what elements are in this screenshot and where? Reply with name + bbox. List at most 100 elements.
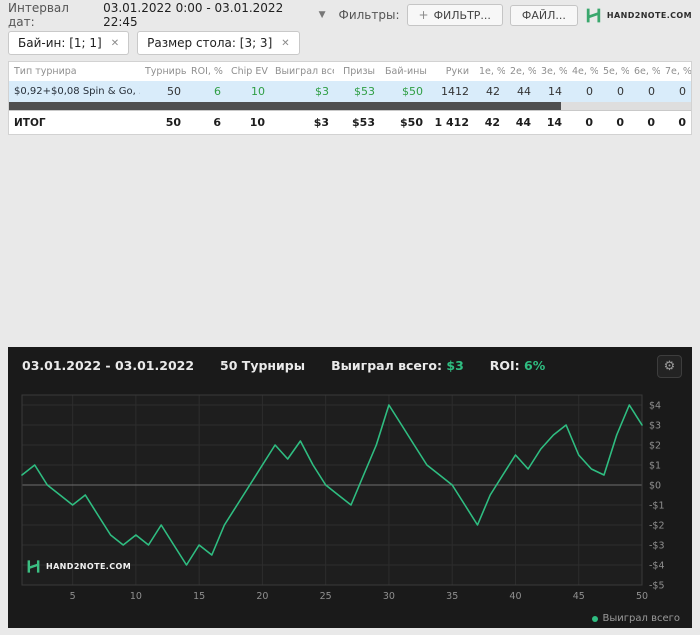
horizontal-scrollbar[interactable] [9, 102, 691, 110]
date-interval-value[interactable]: 03.01.2022 0:00 - 03.01.2022 22:45 [103, 1, 314, 29]
chart-header: 03.01.2022 - 03.01.2022 50 Турниры Выигр… [22, 358, 545, 373]
filter-chip-label: Размер стола: [3; 3] [147, 36, 273, 50]
table-header-row: Тип турнира Турниры ROI, % Chip EV Выиграл в… [9, 62, 691, 81]
table-cell: $53 [354, 85, 375, 98]
total-cell: 0 [598, 110, 629, 134]
brand-text: HAND2NOTE.COM [606, 10, 692, 20]
column-header[interactable]: 5е, % [598, 62, 629, 81]
column-header[interactable]: Бай-ины [380, 62, 428, 81]
x-axis-label: 45 [573, 591, 585, 602]
plus-icon: + [418, 8, 429, 22]
x-axis-label: 30 [383, 591, 395, 602]
chart-watermark: HAND2NOTE.COM [26, 559, 131, 574]
total-cell: 1 412 [428, 110, 474, 134]
table-cell: 0 [617, 85, 624, 98]
table-cell: 0 [679, 85, 686, 98]
column-header[interactable]: 4е, % [567, 62, 598, 81]
hand2note-logo-icon [27, 560, 40, 573]
brand-logo: HAND2NOTE.COM [585, 7, 692, 24]
total-cell: 14 [536, 110, 567, 134]
filter-chip-label: Бай-ин: [1; 1] [18, 36, 102, 50]
y-axis-label: -$4 [649, 561, 665, 572]
y-axis-label: $0 [649, 481, 661, 492]
column-header[interactable]: 6е, % [629, 62, 660, 81]
total-cell: 0 [567, 110, 598, 134]
total-row: ИТОГ 50 6 10 $3 $53 $50 1 412 42 44 14 0 0 0 0 [9, 110, 691, 134]
file-button-label: ФАЙЛ... [521, 8, 566, 22]
add-filter-button-label: ФИЛЬТР... [433, 8, 491, 22]
x-axis-label: 15 [193, 591, 205, 602]
column-header[interactable]: 3е, % [536, 62, 567, 81]
table-cell: 44 [517, 85, 531, 98]
total-cell: ИТОГ [9, 110, 140, 134]
y-axis-label: $2 [649, 441, 661, 452]
x-axis-label: 50 [636, 591, 648, 602]
filter-chip-buyin[interactable]: Бай-ин: [1; 1] ✕ [8, 31, 130, 55]
close-icon[interactable]: ✕ [111, 38, 119, 49]
roi-label: ROI: [489, 358, 520, 373]
table-cell: 0 [586, 85, 593, 98]
column-header[interactable]: 2е, % [505, 62, 536, 81]
y-axis-label: -$1 [649, 501, 665, 512]
date-interval-label: Интервал дат: [8, 1, 69, 29]
y-axis-label: -$5 [649, 581, 665, 592]
stats-table-container: Тип турнира Турниры ROI, % Chip EV Выиграл в… [8, 61, 692, 135]
add-filter-button[interactable]: + ФИЛЬТР... [406, 4, 503, 26]
column-header[interactable]: Руки [428, 62, 474, 81]
table-cell: 10 [251, 85, 265, 98]
column-header[interactable]: Тип турнира [9, 62, 140, 81]
chart-won-metric: Выиграл всего: $3 [331, 358, 464, 373]
column-header[interactable]: Турниры [140, 62, 186, 81]
column-header[interactable]: 1е, % [474, 62, 505, 81]
active-filters: Бай-ин: [1; 1] ✕ Размер стола: [3; 3] ✕ [8, 31, 300, 55]
legend-label: Выиграл всего [602, 613, 680, 624]
filters-label: Фильтры: [338, 8, 400, 22]
total-cell: 6 [186, 110, 226, 134]
stats-table: Тип турнира Турниры ROI, % Chip EV Выиграл в… [9, 62, 691, 102]
table-cell: 50 [167, 85, 181, 98]
table-cell: 14 [548, 85, 562, 98]
x-axis-label: 20 [256, 591, 268, 602]
total-cell: 42 [474, 110, 505, 134]
table-cell: 42 [486, 85, 500, 98]
column-header[interactable]: Chip EV [226, 62, 270, 81]
chart-tournament-count: 50 Турниры [220, 358, 306, 373]
filter-chip-table-size[interactable]: Размер стола: [3; 3] ✕ [137, 31, 300, 55]
file-button[interactable]: ФАЙЛ... [509, 4, 578, 26]
table-cell: 1412 [441, 85, 469, 98]
column-header[interactable]: ROI, % [186, 62, 226, 81]
chart-roi-metric: ROI: 6% [490, 358, 546, 373]
total-cell: $53 [334, 110, 380, 134]
table-cell: $3 [315, 85, 329, 98]
x-axis-label: 35 [446, 591, 458, 602]
column-header[interactable]: Выиграл всего [270, 62, 334, 81]
scrollbar-thumb[interactable] [9, 102, 562, 110]
roi-value: 6% [524, 358, 546, 373]
x-axis-label: 10 [130, 591, 142, 602]
stats-table-total: ИТОГ 50 6 10 $3 $53 $50 1 412 42 44 14 0 0 0 0 [9, 110, 691, 134]
chart-legend[interactable]: Выиграл всего [591, 613, 680, 624]
total-cell: 44 [505, 110, 536, 134]
x-axis-label: 5 [70, 591, 76, 602]
table-cell: $0,92+$0,08 Spin & Go, 3max [14, 86, 140, 97]
x-axis-label: 25 [320, 591, 332, 602]
total-cell: $50 [380, 110, 428, 134]
table-cell: $50 [402, 85, 423, 98]
gear-icon[interactable]: ⚙ [657, 355, 682, 378]
table-row[interactable]: $0,92+$0,08 Spin & Go, 3max 50 6 10 $3 $53 $50… [9, 81, 691, 102]
won-value: $3 [446, 358, 464, 373]
column-header[interactable]: 7е, % [660, 62, 691, 81]
table-cell: 6 [214, 85, 221, 98]
winnings-chart: $4 $3 $2 $1 $0 -$1 -$2 -$3 -$4 -$5 5 10 15 20 25 30 35 40… [21, 394, 665, 602]
y-axis-label: $1 [649, 461, 661, 472]
chart-date-range: 03.01.2022 - 03.01.2022 [22, 358, 195, 373]
y-axis-label: $3 [649, 421, 661, 432]
won-label: Выиграл всего: [331, 358, 443, 373]
legend-dot-icon [591, 615, 598, 622]
close-icon[interactable]: ✕ [281, 38, 289, 49]
chevron-down-icon[interactable]: ▼ [319, 10, 326, 20]
total-cell: 50 [140, 110, 186, 134]
column-header[interactable]: Призы [334, 62, 380, 81]
hand2note-logo-icon [586, 8, 601, 22]
x-axis-label: 40 [509, 591, 521, 602]
